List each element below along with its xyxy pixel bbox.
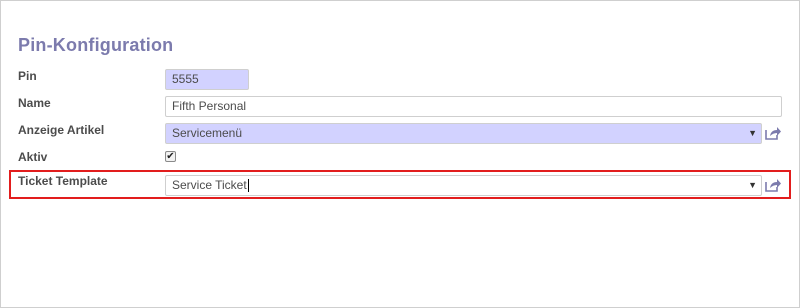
pin-value: 5555: [172, 72, 199, 86]
chevron-down-icon[interactable]: ▼: [748, 124, 757, 143]
text-cursor: [247, 179, 249, 193]
page-title: Pin-Konfiguration: [18, 35, 174, 55]
anzeige-artikel-label: Anzeige Artikel: [18, 123, 105, 137]
pin-field[interactable]: 5555: [165, 69, 249, 90]
aktiv-label: Aktiv: [18, 150, 48, 164]
ticket-template-select[interactable]: Service Ticket ▼: [165, 175, 762, 196]
external-link-icon[interactable]: [765, 178, 781, 192]
form-sheet: Pin-Konfiguration Pin 5555 Name Fifth Pe…: [0, 0, 800, 308]
name-label: Name: [18, 96, 51, 110]
name-field[interactable]: Fifth Personal: [165, 96, 782, 117]
ticket-template-value: Service Ticket: [172, 178, 247, 192]
aktiv-checkbox[interactable]: ✔: [165, 151, 176, 162]
ticket-template-label: Ticket Template: [18, 174, 108, 188]
anzeige-artikel-select[interactable]: Servicemenü ▼: [165, 123, 762, 144]
chevron-down-icon[interactable]: ▼: [748, 176, 757, 195]
pin-label: Pin: [18, 69, 37, 83]
name-value: Fifth Personal: [172, 99, 247, 113]
external-link-icon[interactable]: [765, 126, 781, 140]
anzeige-artikel-value: Servicemenü: [172, 126, 243, 140]
